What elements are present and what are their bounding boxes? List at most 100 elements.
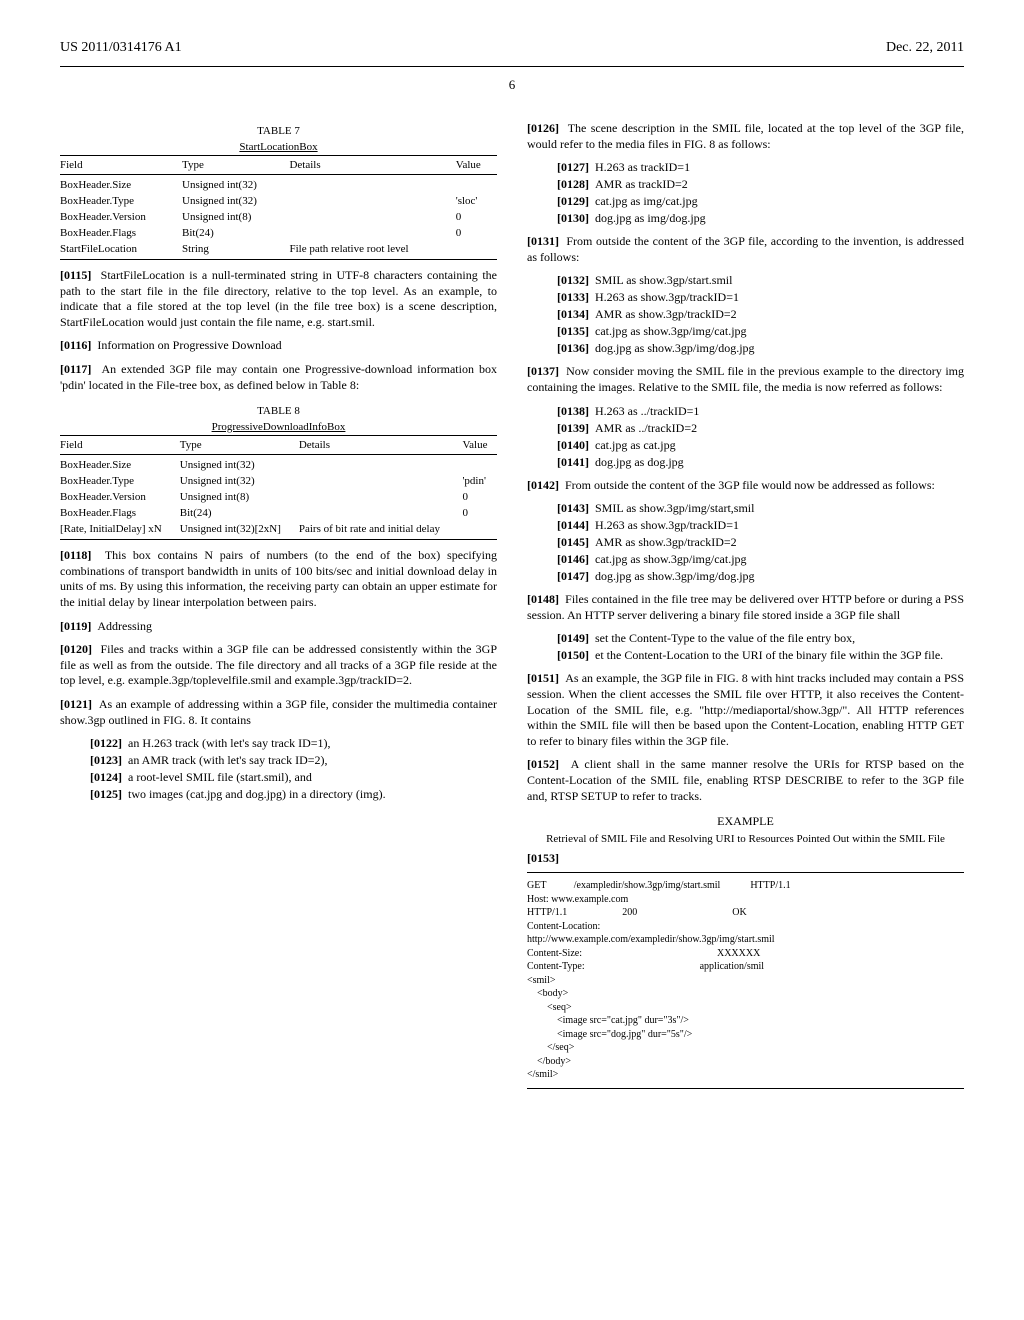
th: Type bbox=[182, 156, 289, 175]
para-text: Files and tracks within a 3GP file can b… bbox=[60, 642, 497, 687]
para-0146: [0146] cat.jpg as show.3gp/img/cat.jpg bbox=[527, 552, 964, 567]
td: 'pdin' bbox=[462, 473, 497, 489]
para-text: an AMR track (with let's say track ID=2)… bbox=[128, 753, 328, 767]
table-row: BoxHeader.VersionUnsigned int(8)0 bbox=[60, 209, 497, 225]
td bbox=[456, 175, 497, 194]
td bbox=[299, 505, 463, 521]
para-text: et the Content-Location to the URI of th… bbox=[595, 648, 943, 662]
header-rule bbox=[60, 66, 964, 67]
td: BoxHeader.Type bbox=[60, 193, 182, 209]
para-text: dog.jpg as dog.jpg bbox=[595, 455, 684, 469]
td: BoxHeader.Size bbox=[60, 455, 180, 474]
td: BoxHeader.Version bbox=[60, 489, 180, 505]
td: 0 bbox=[462, 505, 497, 521]
td: Bit(24) bbox=[182, 225, 289, 241]
page-number: 6 bbox=[60, 77, 964, 93]
para-0134: [0134] AMR as show.3gp/trackID=2 bbox=[527, 307, 964, 322]
http-example-code: GET /exampledir/show.3gp/img/start.smil … bbox=[527, 872, 964, 1089]
header-row: US 2011/0314176 A1 Dec. 22, 2011 bbox=[60, 40, 964, 56]
td bbox=[456, 241, 497, 260]
table8-title: TABLE 8 bbox=[60, 405, 497, 417]
para-text: cat.jpg as show.3gp/img/cat.jpg bbox=[595, 324, 747, 338]
para-text: The scene description in the SMIL file, … bbox=[527, 121, 964, 151]
td: [Rate, InitialDelay] xN bbox=[60, 521, 180, 540]
para-0141: [0141] dog.jpg as dog.jpg bbox=[527, 455, 964, 470]
para-text: H.263 as show.3gp/trackID=1 bbox=[595, 518, 739, 532]
table7-title: TABLE 7 bbox=[60, 125, 497, 137]
para-0145: [0145] AMR as show.3gp/trackID=2 bbox=[527, 535, 964, 550]
para-0117: [0117] An extended 3GP file may contain … bbox=[60, 362, 497, 393]
para-text: From outside the content of the 3GP file… bbox=[565, 478, 935, 492]
para-text: As an example of addressing within a 3GP… bbox=[60, 697, 497, 727]
table-row: BoxHeader.TypeUnsigned int(32) 'pdin' bbox=[60, 473, 497, 489]
para-text: cat.jpg as cat.jpg bbox=[595, 438, 676, 452]
para-0125: [0125] two images (cat.jpg and dog.jpg) … bbox=[60, 787, 497, 802]
para-0119: [0119] Addressing bbox=[60, 619, 497, 635]
para-0150: [0150] et the Content-Location to the UR… bbox=[527, 648, 964, 663]
para-text: From outside the content of the 3GP file… bbox=[527, 234, 964, 264]
para-0143: [0143] SMIL as show.3gp/img/start,smil bbox=[527, 501, 964, 516]
publication-number: US 2011/0314176 A1 bbox=[60, 40, 182, 56]
para-text: H.263 as show.3gp/trackID=1 bbox=[595, 290, 739, 304]
td bbox=[289, 175, 455, 194]
table8-subtitle: ProgressiveDownloadInfoBox bbox=[60, 421, 497, 433]
para-text: two images (cat.jpg and dog.jpg) in a di… bbox=[128, 787, 386, 801]
para-text: cat.jpg as show.3gp/img/cat.jpg bbox=[595, 552, 747, 566]
td: 0 bbox=[456, 225, 497, 241]
td: BoxHeader.Flags bbox=[60, 505, 180, 521]
para-0135: [0135] cat.jpg as show.3gp/img/cat.jpg bbox=[527, 324, 964, 339]
td: BoxHeader.Version bbox=[60, 209, 182, 225]
para-0144: [0144] H.263 as show.3gp/trackID=1 bbox=[527, 518, 964, 533]
td: String bbox=[182, 241, 289, 260]
para-0137: [0137] Now consider moving the SMIL file… bbox=[527, 364, 964, 395]
para-0138: [0138] H.263 as ../trackID=1 bbox=[527, 404, 964, 419]
para-text: dog.jpg as show.3gp/img/dog.jpg bbox=[595, 569, 755, 583]
td bbox=[289, 225, 455, 241]
para-0116: [0116] Information on Progressive Downlo… bbox=[60, 338, 497, 354]
th: Details bbox=[289, 156, 455, 175]
para-text: AMR as show.3gp/trackID=2 bbox=[595, 535, 737, 549]
table-row: StartFileLocationStringFile path relativ… bbox=[60, 241, 497, 260]
td bbox=[462, 521, 497, 540]
para-0127: [0127] H.263 as trackID=1 bbox=[527, 160, 964, 175]
td: 'sloc' bbox=[456, 193, 497, 209]
para-0139: [0139] AMR as ../trackID=2 bbox=[527, 421, 964, 436]
th: Value bbox=[462, 436, 497, 455]
td bbox=[299, 489, 463, 505]
para-0129: [0129] cat.jpg as img/cat.jpg bbox=[527, 194, 964, 209]
td: Unsigned int(32) bbox=[180, 473, 299, 489]
td: Bit(24) bbox=[180, 505, 299, 521]
td: BoxHeader.Type bbox=[60, 473, 180, 489]
para-text: Files contained in the file tree may be … bbox=[527, 592, 964, 622]
para-text: Now consider moving the SMIL file in the… bbox=[527, 364, 964, 394]
para-0153: [0153] bbox=[527, 851, 964, 866]
table7-subtitle: StartLocationBox bbox=[60, 141, 497, 153]
para-0120: [0120] Files and tracks within a 3GP fil… bbox=[60, 642, 497, 689]
td: Pairs of bit rate and initial delay bbox=[299, 521, 463, 540]
para-text: AMR as show.3gp/trackID=2 bbox=[595, 307, 737, 321]
para-0118: [0118] This box contains N pairs of numb… bbox=[60, 548, 497, 610]
para-text: cat.jpg as img/cat.jpg bbox=[595, 194, 698, 208]
th: Field bbox=[60, 156, 182, 175]
td: File path relative root level bbox=[289, 241, 455, 260]
th: Type bbox=[180, 436, 299, 455]
para-text: AMR as trackID=2 bbox=[595, 177, 688, 191]
table-row: BoxHeader.SizeUnsigned int(32) bbox=[60, 175, 497, 194]
th: Field bbox=[60, 436, 180, 455]
para-text: This box contains N pairs of numbers (to… bbox=[60, 548, 497, 609]
table-row: BoxHeader.FlagsBit(24) 0 bbox=[60, 505, 497, 521]
td: Unsigned int(32) bbox=[180, 455, 299, 474]
td: Unsigned int(32) bbox=[182, 175, 289, 194]
example-subtitle: Retrieval of SMIL File and Resolving URI… bbox=[527, 833, 964, 845]
table-row: BoxHeader.FlagsBit(24)0 bbox=[60, 225, 497, 241]
table7: Field Type Details Value BoxHeader.SizeU… bbox=[60, 155, 497, 260]
para-0130: [0130] dog.jpg as img/dog.jpg bbox=[527, 211, 964, 226]
para-0133: [0133] H.263 as show.3gp/trackID=1 bbox=[527, 290, 964, 305]
table8: Field Type Details Value BoxHeader.SizeU… bbox=[60, 435, 497, 540]
para-0136: [0136] dog.jpg as show.3gp/img/dog.jpg bbox=[527, 341, 964, 356]
para-text: an H.263 track (with let's say track ID=… bbox=[128, 736, 331, 750]
td bbox=[289, 193, 455, 209]
table-row: BoxHeader.SizeUnsigned int(32) bbox=[60, 455, 497, 474]
th: Value bbox=[456, 156, 497, 175]
td: 0 bbox=[462, 489, 497, 505]
